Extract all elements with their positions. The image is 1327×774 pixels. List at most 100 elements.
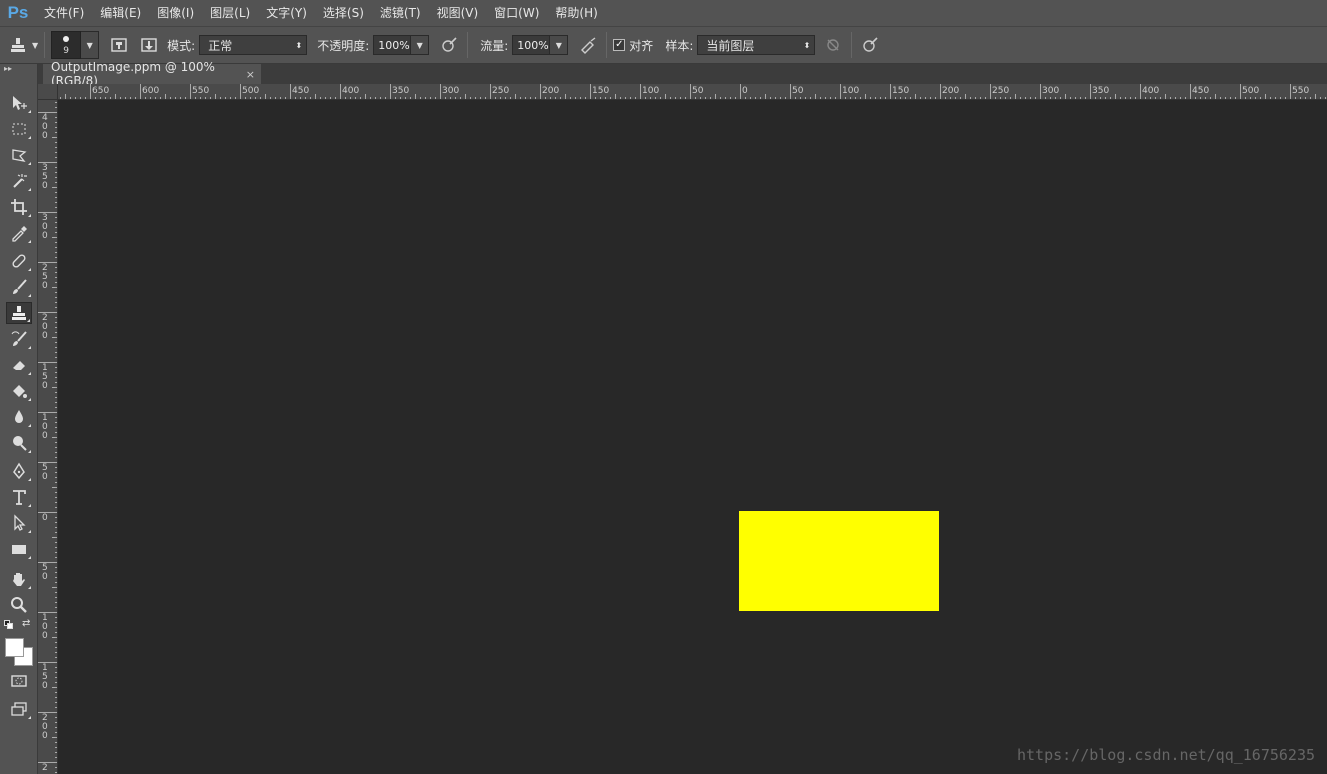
crop-icon[interactable] [6, 196, 32, 218]
pressure-opacity-icon[interactable] [437, 33, 461, 57]
ruler-label: 500 [1242, 86, 1259, 96]
brush-size-picker[interactable]: 9 [51, 31, 82, 59]
sample-select[interactable]: 当前图层 ⬍ [697, 35, 816, 55]
foreground-color-swatch[interactable] [5, 638, 24, 657]
ruler-label: 250 [492, 86, 509, 96]
dodge-icon[interactable] [6, 432, 32, 454]
ruler-label: 100 [842, 86, 859, 96]
flow-input[interactable]: 100% [512, 35, 551, 55]
ruler-label: 0 [42, 472, 48, 482]
ruler-label: 500 [242, 86, 259, 96]
ruler-label: 0 [42, 281, 48, 291]
menu-type[interactable]: 文字(Y) [258, 0, 315, 26]
menu-select[interactable]: 选择(S) [315, 0, 372, 26]
tool-preset-picker[interactable]: ▼ [6, 26, 38, 64]
brush-panel-icon[interactable] [137, 33, 161, 57]
ruler-label: 0 [42, 181, 48, 191]
pressure-size-icon[interactable] [858, 33, 882, 57]
separator [44, 32, 46, 58]
lasso-icon[interactable] [6, 144, 32, 166]
sample-label: 样本: [665, 38, 694, 53]
ruler-label: 550 [1292, 86, 1309, 96]
ruler-label: 0 [42, 513, 48, 523]
default-colors-icon[interactable] [4, 620, 14, 630]
ignore-adjustment-layers-icon[interactable] [821, 33, 845, 57]
magic-wand-icon[interactable] [6, 170, 32, 192]
document-tab-bar: OutputImage.ppm @ 100%(RGB/8) × [38, 60, 1327, 88]
ruler-label: 400 [1142, 86, 1159, 96]
ruler-label: 0 [742, 86, 748, 96]
move-icon[interactable] [6, 92, 32, 114]
brush-dropdown-button[interactable]: ▼ [81, 31, 100, 59]
history-brush-icon[interactable] [6, 328, 32, 350]
brush-icon[interactable] [6, 276, 32, 298]
quick-mask-icon[interactable] [6, 670, 32, 692]
ruler-label: 0 [42, 431, 48, 441]
paint-bucket-icon[interactable] [6, 380, 32, 402]
menu-filter[interactable]: 滤镜(T) [372, 0, 429, 26]
eraser-icon[interactable] [6, 354, 32, 376]
ruler-label: 350 [392, 86, 409, 96]
close-icon[interactable]: × [246, 68, 255, 81]
ruler-origin[interactable] [38, 84, 58, 100]
pen-icon[interactable] [6, 460, 32, 482]
menu-image[interactable]: 图像(I) [149, 0, 202, 26]
document-tab[interactable]: OutputImage.ppm @ 100%(RGB/8) × [43, 60, 261, 88]
menubar: Ps 文件(F) 编辑(E) 图像(I) 图层(L) 文字(Y) 选择(S) 滤… [0, 0, 1327, 26]
brush-size-value: 9 [63, 46, 70, 56]
zoom-icon[interactable] [6, 594, 32, 616]
healing-brush-icon[interactable] [6, 250, 32, 272]
menu-window[interactable]: 窗口(W) [486, 0, 547, 26]
ruler-label: 200 [942, 86, 959, 96]
ruler-label: 200 [542, 86, 559, 96]
mode-select[interactable]: 正常 ⬍ [199, 35, 308, 55]
menu-help[interactable]: 帮助(H) [547, 0, 605, 26]
aligned-label: 对齐 [629, 38, 654, 53]
ruler-label: 600 [142, 86, 159, 96]
updown-icon: ⬍ [803, 40, 811, 50]
updown-icon: ⬍ [295, 40, 303, 50]
type-icon[interactable] [6, 486, 32, 508]
menu-view[interactable]: 视图(V) [429, 0, 487, 26]
ps-logo: Ps [7, 3, 29, 22]
ruler-label: 550 [192, 86, 209, 96]
screen-mode-icon[interactable] [6, 698, 32, 720]
brush-dot-icon [63, 36, 70, 42]
aligned-checkbox[interactable]: ✓ [613, 39, 626, 51]
clone-source-panel-icon[interactable] [107, 33, 131, 57]
blur-icon[interactable] [6, 406, 32, 428]
menu-layer[interactable]: 图层(L) [202, 0, 258, 26]
swap-colors-icon[interactable]: ⇄ [22, 618, 30, 629]
document-canvas[interactable]: https://blog.csdn.net/qq_16756235 [58, 100, 1327, 774]
ruler-label: 0 [42, 731, 48, 741]
rectangle-icon[interactable] [6, 538, 32, 560]
hand-icon[interactable] [6, 568, 32, 590]
clone-stamp-preset-icon[interactable] [6, 33, 30, 57]
chevron-down-icon[interactable]: ▼ [32, 41, 38, 50]
ruler-label: 100 [642, 86, 659, 96]
eyedropper-icon[interactable] [6, 222, 32, 244]
panel-collapse-icon[interactable]: ▸▸ [0, 64, 37, 74]
check-icon: ✓ [615, 39, 624, 50]
opacity-dropdown-button[interactable]: ▼ [411, 35, 430, 55]
airbrush-icon[interactable] [576, 33, 600, 57]
marquee-icon[interactable] [6, 118, 32, 140]
tools-panel: ▸▸ ⇄ [0, 64, 38, 774]
separator [606, 32, 608, 58]
vertical-ruler[interactable]: 400350300250200150100500501001502002 [38, 100, 58, 774]
image-content[interactable] [739, 511, 939, 611]
ruler-label: 300 [442, 86, 459, 96]
clone-stamp-icon[interactable] [6, 302, 32, 324]
flow-label: 流量: [480, 38, 509, 53]
opacity-input[interactable]: 100% [373, 35, 412, 55]
ruler-label: 50 [792, 86, 804, 96]
ruler-label: 0 [42, 681, 48, 691]
menu-file[interactable]: 文件(F) [36, 0, 92, 26]
ruler-label: 400 [342, 86, 359, 96]
path-selection-icon[interactable] [6, 512, 32, 534]
flow-dropdown-button[interactable]: ▼ [550, 35, 569, 55]
horizontal-ruler[interactable]: 650 600 550 500 450 400 350 300 250 200 150 100 50 0 5… [58, 84, 1327, 100]
options-bar: ▼ 9 ▼ 模式: 正常 ⬍ 不透明度: 100% ▼ 流量: 100% ▼ ✓… [0, 26, 1327, 64]
menu-edit[interactable]: 编辑(E) [92, 0, 149, 26]
ruler-label: 300 [1042, 86, 1059, 96]
